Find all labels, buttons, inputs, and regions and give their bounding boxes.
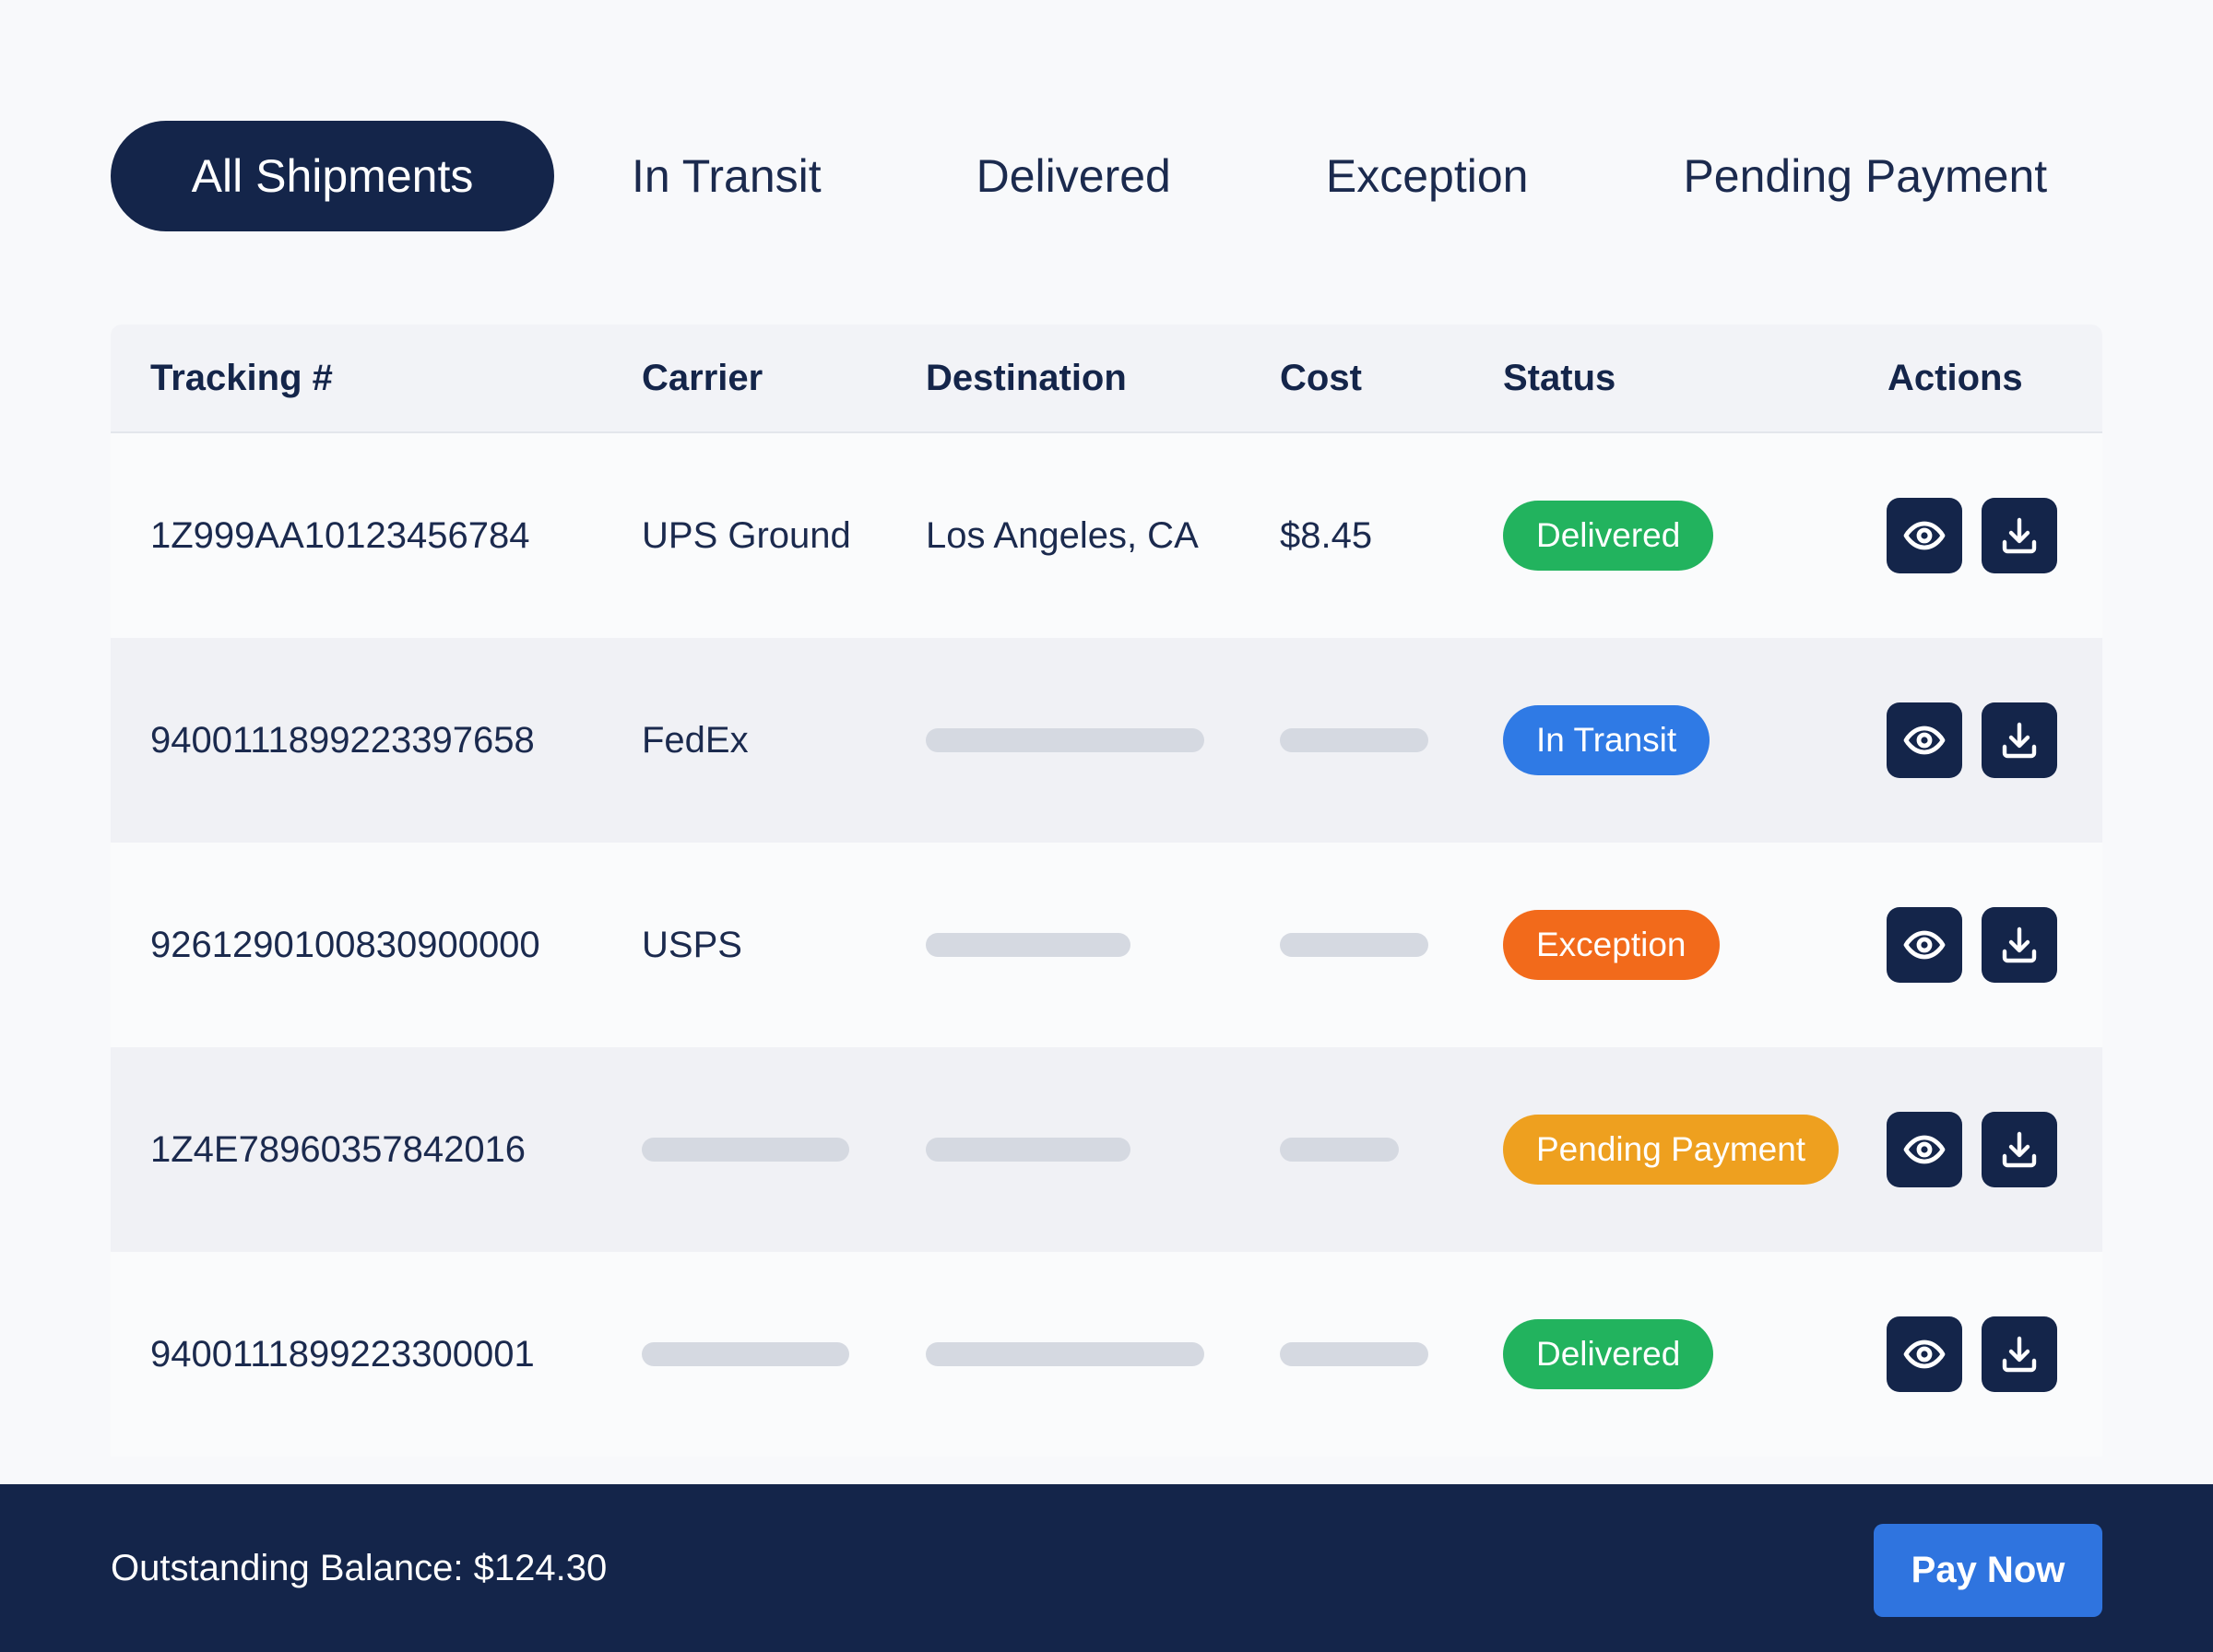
view-button[interactable]	[1887, 498, 1962, 573]
actions-cell	[1887, 1252, 2057, 1457]
actions-cell	[1887, 433, 2057, 638]
download-icon	[2002, 517, 2037, 554]
skeleton-bar	[642, 1138, 849, 1162]
view-button[interactable]	[1887, 1316, 1962, 1392]
eye-icon	[1903, 930, 1946, 960]
cost-placeholder	[1280, 1047, 1399, 1252]
shipments-table: Tracking # Carrier Destination Cost Stat…	[111, 324, 2102, 1457]
download-icon	[2002, 722, 2037, 759]
skeleton-bar	[926, 1138, 1130, 1162]
outstanding-balance: Outstanding Balance: $124.30	[111, 1547, 608, 1588]
actions-cell	[1887, 1047, 2057, 1252]
status-badge: In Transit	[1503, 705, 1710, 775]
eye-icon	[1903, 1339, 1946, 1369]
tracking-number: 1Z4E78960357842016	[150, 1128, 527, 1170]
status-cell: Delivered	[1503, 433, 1714, 638]
tab-all-shipments[interactable]: All Shipments	[111, 121, 554, 231]
actions-cell	[1887, 638, 2057, 843]
destination-placeholder	[926, 1252, 1204, 1457]
tab-pending-payment[interactable]: Pending Payment	[1683, 121, 2047, 231]
eye-icon	[1903, 1135, 1946, 1164]
view-button[interactable]	[1887, 1112, 1962, 1187]
header-destination: Destination	[926, 357, 1127, 398]
destination: Los Angeles, CA	[926, 514, 1199, 556]
header-actions: Actions	[1888, 357, 2023, 398]
destination-placeholder	[926, 1047, 1130, 1252]
table-row: 1Z999AA10123456784 UPS Ground Los Angele…	[111, 433, 2102, 638]
status-badge: Delivered	[1503, 1319, 1714, 1389]
download-button[interactable]	[1982, 1316, 2057, 1392]
carrier-placeholder	[642, 1047, 849, 1252]
eye-icon	[1903, 521, 1946, 550]
status-cell: Exception	[1503, 843, 1720, 1047]
header-cost: Cost	[1280, 357, 1362, 398]
download-button[interactable]	[1982, 702, 2057, 778]
header-status: Status	[1503, 357, 1616, 398]
skeleton-bar	[926, 728, 1204, 752]
cost-placeholder	[1280, 1252, 1428, 1457]
header-carrier: Carrier	[642, 357, 763, 398]
tracking-number: 9400111899223300001	[150, 1333, 535, 1375]
carrier: UPS Ground	[642, 514, 851, 556]
status-cell: Pending Payment	[1503, 1047, 1840, 1252]
carrier: FedEx	[642, 719, 749, 761]
pay-now-button[interactable]: Pay Now	[1874, 1524, 2102, 1617]
skeleton-bar	[1280, 1342, 1428, 1366]
status-badge: Pending Payment	[1503, 1115, 1840, 1185]
carrier-placeholder	[642, 1252, 849, 1457]
tab-delivered[interactable]: Delivered	[976, 121, 1171, 231]
download-icon	[2002, 926, 2037, 963]
destination-placeholder	[926, 843, 1130, 1047]
view-button[interactable]	[1887, 907, 1962, 983]
download-button[interactable]	[1982, 907, 2057, 983]
table-row: 1Z4E78960357842016 Pending Payment	[111, 1047, 2102, 1252]
download-button[interactable]	[1982, 1112, 2057, 1187]
download-icon	[2002, 1131, 2037, 1168]
header-tracking: Tracking #	[150, 357, 333, 398]
carrier: USPS	[642, 924, 742, 965]
cost-placeholder	[1280, 843, 1428, 1047]
skeleton-bar	[1280, 1138, 1399, 1162]
tracking-number: 1Z999AA10123456784	[150, 514, 530, 556]
status-badge: Exception	[1503, 910, 1720, 980]
destination-placeholder	[926, 638, 1204, 843]
download-button[interactable]	[1982, 498, 2057, 573]
actions-cell	[1887, 843, 2057, 1047]
balance-footer: Outstanding Balance: $124.30 Pay Now	[0, 1484, 2213, 1652]
view-button[interactable]	[1887, 702, 1962, 778]
status-cell: In Transit	[1503, 638, 1710, 843]
table-row: 9261290100830900000 USPS Exception	[111, 843, 2102, 1047]
tracking-number: 9261290100830900000	[150, 924, 540, 965]
tab-exception[interactable]: Exception	[1326, 121, 1529, 231]
table-row: 9400111899223397658 FedEx In Transit	[111, 638, 2102, 843]
cost-placeholder	[1280, 638, 1428, 843]
cost: $8.45	[1280, 514, 1373, 556]
table-header: Tracking # Carrier Destination Cost Stat…	[111, 324, 2102, 433]
skeleton-bar	[1280, 933, 1428, 957]
tracking-number: 9400111899223397658	[150, 719, 535, 761]
eye-icon	[1903, 726, 1946, 755]
status-cell: Delivered	[1503, 1252, 1714, 1457]
skeleton-bar	[926, 933, 1130, 957]
status-badge: Delivered	[1503, 501, 1714, 571]
skeleton-bar	[1280, 728, 1428, 752]
download-icon	[2002, 1336, 2037, 1373]
skeleton-bar	[926, 1342, 1204, 1366]
tab-in-transit[interactable]: In Transit	[632, 121, 822, 231]
table-row: 9400111899223300001 Delivered	[111, 1252, 2102, 1457]
filter-tabs: All Shipments In Transit Delivered Excep…	[111, 121, 2102, 231]
skeleton-bar	[642, 1342, 849, 1366]
